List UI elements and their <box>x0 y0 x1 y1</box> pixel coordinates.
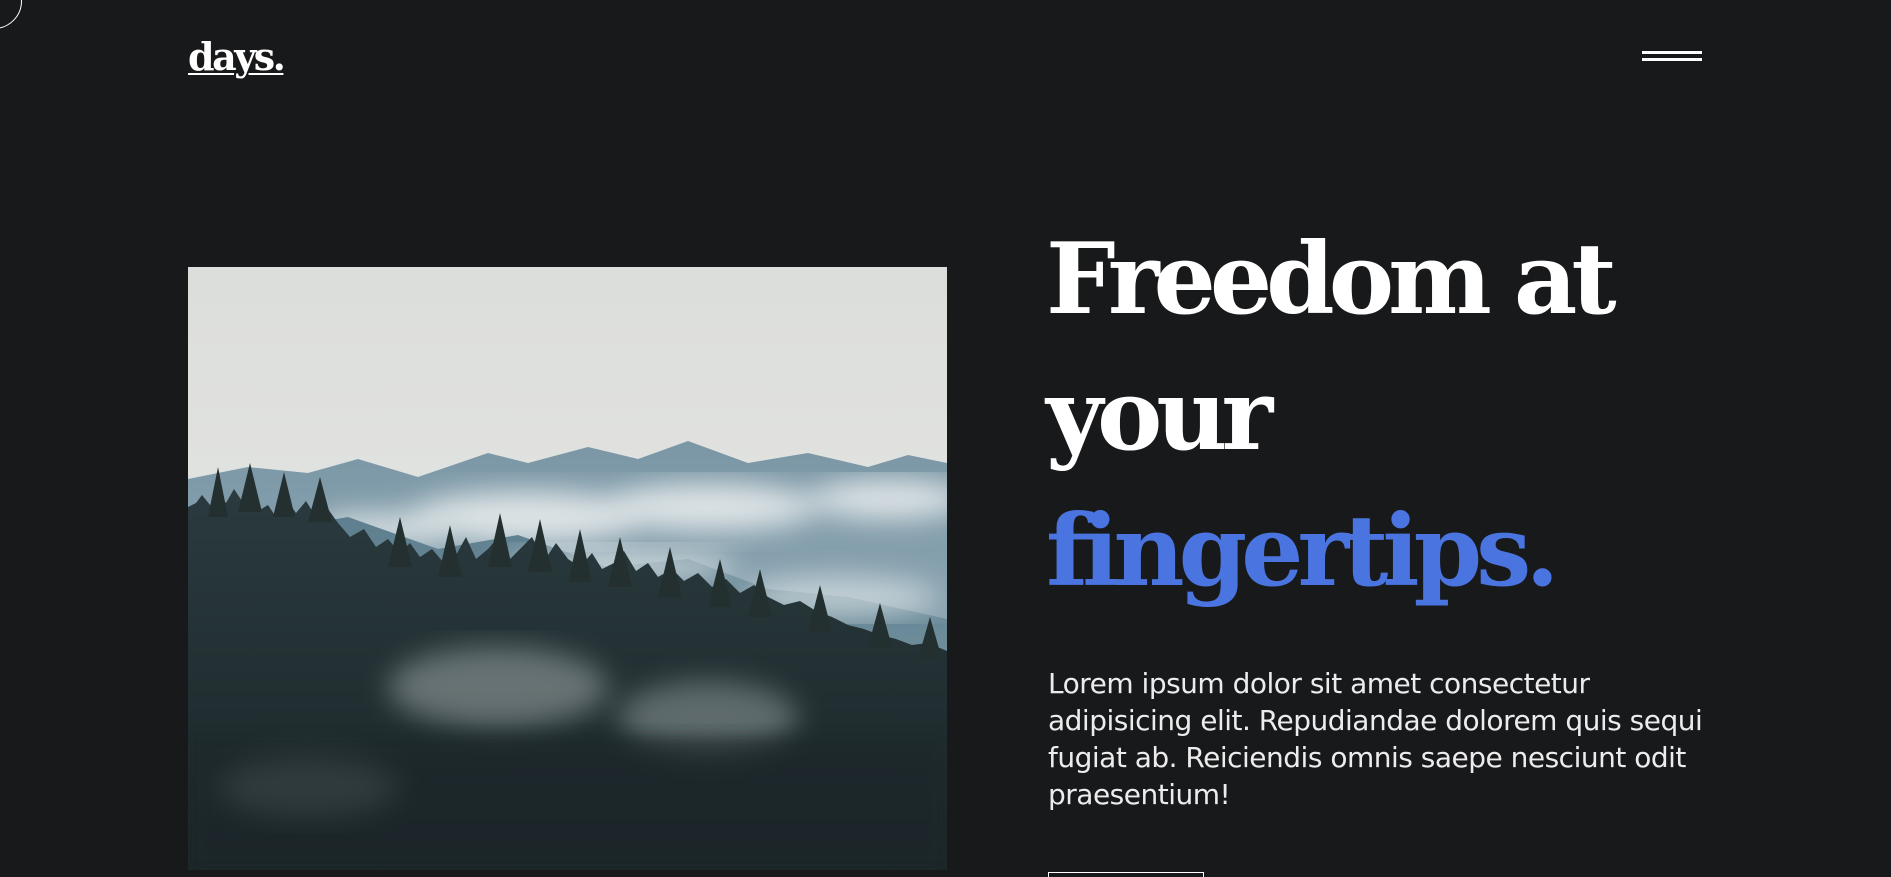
misty-forest-mountains-icon <box>188 267 947 870</box>
menu-button[interactable] <box>1642 50 1704 64</box>
hero-headline: Freedom at your fingertips. <box>1046 212 1686 620</box>
hamburger-menu-icon-bar <box>1642 58 1702 61</box>
headline-line-1: Freedom at <box>1046 222 1617 337</box>
headline-accent-line: fingertips. <box>1046 494 1559 609</box>
cursor-circle <box>0 0 22 29</box>
logo-link[interactable]: days. <box>188 34 286 80</box>
cta-button[interactable] <box>1048 872 1204 877</box>
headline-line-2: your <box>1046 358 1273 473</box>
hero-image <box>188 267 947 870</box>
hero-description: Lorem ipsum dolor sit amet consectetur a… <box>1048 667 1703 811</box>
hamburger-menu-icon <box>1642 51 1702 54</box>
